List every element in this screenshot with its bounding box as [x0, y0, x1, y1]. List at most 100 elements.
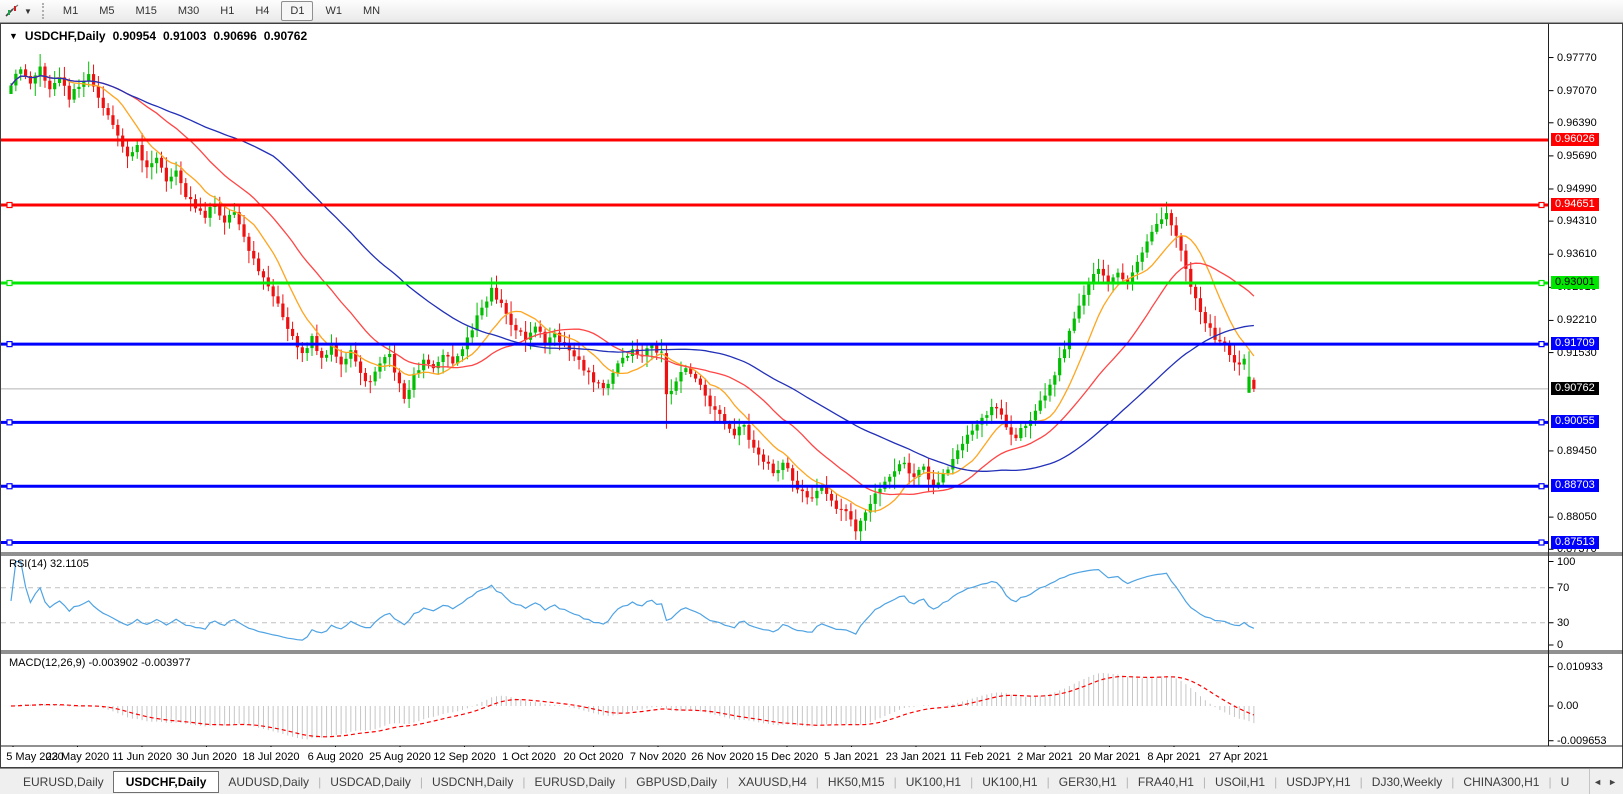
- level-handle[interactable]: [1538, 279, 1545, 287]
- price-axis-ticks: [1548, 57, 1554, 742]
- timeframe-button-m30[interactable]: M30: [169, 1, 208, 21]
- level-handle[interactable]: [1538, 201, 1545, 209]
- level-handle[interactable]: [1538, 483, 1545, 490]
- tab-scroll-right-icon[interactable]: ►: [1608, 777, 1617, 787]
- chart-tab-eurusd[interactable]: EURUSD,Daily: [14, 772, 113, 792]
- level-handle[interactable]: [1538, 419, 1545, 426]
- date-label: 25 Aug 2020: [369, 751, 431, 763]
- chart-tab-usdjpy[interactable]: USDJPY,H1: [1277, 772, 1359, 792]
- y-axis-tick: 0.89450: [1557, 444, 1597, 457]
- chart-tab-dj30[interactable]: DJ30,Weekly: [1363, 772, 1451, 792]
- date-label: 5 Jan 2021: [824, 751, 879, 763]
- ma-55-line: [10, 75, 1254, 472]
- toolbar-grip[interactable]: [41, 3, 48, 19]
- chart-symbol: USDCHF,Daily: [24, 29, 106, 43]
- chevron-down-icon[interactable]: ▼: [24, 7, 32, 16]
- trading-platform: ▼ M1 M5 M15 M30 H1 H4 D1 W1 MN ▼ USDCHF,Daily 0.…: [0, 0, 1623, 794]
- chart-tab-audusd[interactable]: AUDUSD,Daily: [219, 772, 318, 792]
- timeframe-button-w1[interactable]: W1: [316, 1, 351, 21]
- date-label: 11 Feb 2021: [950, 751, 1011, 763]
- y-axis-tick: 0.97770: [1557, 51, 1597, 64]
- timeframe-button-m5[interactable]: M5: [90, 1, 123, 21]
- timeframe-button-h1[interactable]: H1: [211, 1, 243, 21]
- chart-title: ▼ USDCHF,Daily 0.90954 0.91003 0.90696 0…: [9, 29, 307, 43]
- macd-axis-tick: 0.010933: [1557, 660, 1603, 673]
- current-price-label: 0.90762: [1551, 381, 1599, 395]
- date-label: 15 Dec 2020: [755, 751, 819, 763]
- level-handle[interactable]: [6, 419, 13, 426]
- chart-tab-hk50[interactable]: HK50,M15: [819, 772, 894, 792]
- rsi-axis-tick: 0: [1557, 639, 1564, 651]
- chart-tab-usdchf[interactable]: USDCHF,Daily: [112, 770, 220, 793]
- y-axis-tick: 0.97070: [1557, 84, 1597, 97]
- timeframe-buttons: M1 M5 M15 M30 H1 H4 D1 W1 MN: [54, 1, 392, 21]
- chart-tab-eurusd[interactable]: EURUSD,Daily: [525, 772, 624, 792]
- chart-tab-usdcad[interactable]: USDCAD,Daily: [321, 772, 420, 792]
- timeframe-button-h4[interactable]: H4: [246, 1, 278, 21]
- date-label: 20 Mar 2021: [1078, 751, 1141, 763]
- level-price-label: 0.88703: [1551, 479, 1599, 493]
- rsi-axis-tick: 30: [1557, 616, 1570, 629]
- tabs-container: EURUSD,Daily USDCHF,Daily AUDUSD,Daily | USD…: [14, 770, 1579, 793]
- timeframe-button-m1[interactable]: M1: [54, 1, 87, 21]
- chart-tab-gbpusd[interactable]: GBPUSD,Daily: [627, 772, 726, 792]
- chart-tab-usdcnh[interactable]: USDCNH,Daily: [423, 772, 522, 792]
- level-price-label: 0.94651: [1551, 198, 1599, 211]
- ohlc-open: 0.90954: [112, 29, 156, 43]
- date-label: 7 Nov 2020: [629, 751, 687, 763]
- chart-tab-xauusd[interactable]: XAUUSD,H4: [729, 772, 816, 792]
- chart-tab-u[interactable]: U: [1552, 772, 1579, 792]
- chart-tab-fra40[interactable]: FRA40,H1: [1129, 772, 1203, 792]
- ohlc-low: 0.90696: [213, 29, 257, 43]
- candles[interactable]: [9, 54, 1256, 542]
- y-axis-tick: 0.94990: [1557, 182, 1597, 195]
- level-handle[interactable]: [6, 539, 13, 546]
- level-handle[interactable]: [6, 341, 13, 348]
- level-price-label: 0.91709: [1551, 337, 1599, 351]
- level-price-label: 0.90055: [1551, 415, 1599, 429]
- level-handle[interactable]: [1538, 341, 1545, 348]
- timeframe-button-m15[interactable]: M15: [126, 1, 165, 21]
- chart-title-caret-icon[interactable]: ▼: [9, 31, 18, 41]
- chart-tab-ger30[interactable]: GER30,H1: [1050, 772, 1126, 792]
- level-handle[interactable]: [6, 483, 13, 490]
- y-axis-tick: 0.96390: [1557, 116, 1597, 129]
- level-handle[interactable]: [6, 279, 13, 287]
- timeframe-button-mn[interactable]: MN: [354, 1, 389, 21]
- y-axis-tick: 0.93610: [1557, 248, 1597, 261]
- y-axis-tick: 0.95690: [1557, 149, 1597, 162]
- date-label: 30 Jun 2020: [176, 751, 237, 763]
- ohlc-high: 0.91003: [163, 29, 207, 43]
- date-label: 8 Apr 2021: [1147, 751, 1201, 763]
- macd-axis-tick: -0.009653: [1557, 734, 1607, 747]
- level-price-label: 0.96026: [1551, 133, 1599, 146]
- y-axis-tick: 0.94310: [1557, 215, 1597, 228]
- date-label: 23 May 2020: [45, 751, 110, 763]
- date-label: 12 Sep 2020: [433, 751, 496, 763]
- rsi-axis-tick: 70: [1557, 581, 1570, 594]
- horizontal-levels[interactable]: [1, 138, 1549, 546]
- date-label: 6 Aug 2020: [307, 751, 364, 763]
- chart-tab-uk100[interactable]: UK100,H1: [897, 772, 970, 792]
- rsi-label: RSI(14) 32.1105: [9, 558, 89, 570]
- chart-cursor-icon-glyph: [5, 4, 19, 17]
- chart-cursor-icon[interactable]: [3, 2, 23, 20]
- macd-label: MACD(12,26,9) -0.003902 -0.003977: [9, 657, 191, 669]
- macd-axis-tick: 0.00: [1557, 700, 1579, 712]
- tab-scroll-left-icon[interactable]: ◄: [1593, 777, 1602, 787]
- y-axis-tick: 0.92210: [1557, 314, 1597, 327]
- chart-tab-uk100[interactable]: UK100,H1: [973, 772, 1046, 792]
- chart-tab-bar: EURUSD,Daily USDCHF,Daily AUDUSD,Daily | USD…: [0, 768, 1623, 794]
- level-handle[interactable]: [1538, 539, 1545, 546]
- chart-tab-usoil[interactable]: USOil,H1: [1206, 772, 1274, 792]
- level-handle[interactable]: [6, 201, 13, 209]
- timeframe-button-d1[interactable]: D1: [281, 1, 314, 21]
- date-label: 20 Oct 2020: [563, 751, 624, 763]
- date-label: 1 Oct 2020: [502, 751, 556, 763]
- date-label: 2 Mar 2021: [1017, 751, 1073, 763]
- rsi-line: [10, 560, 1255, 641]
- chart-tab-china300[interactable]: CHINA300,H1: [1454, 772, 1548, 792]
- date-label: 27 Apr 2021: [1208, 751, 1269, 763]
- price-chart-canvas[interactable]: [1, 24, 1623, 747]
- date-label: 23 Jan 2021: [885, 751, 947, 763]
